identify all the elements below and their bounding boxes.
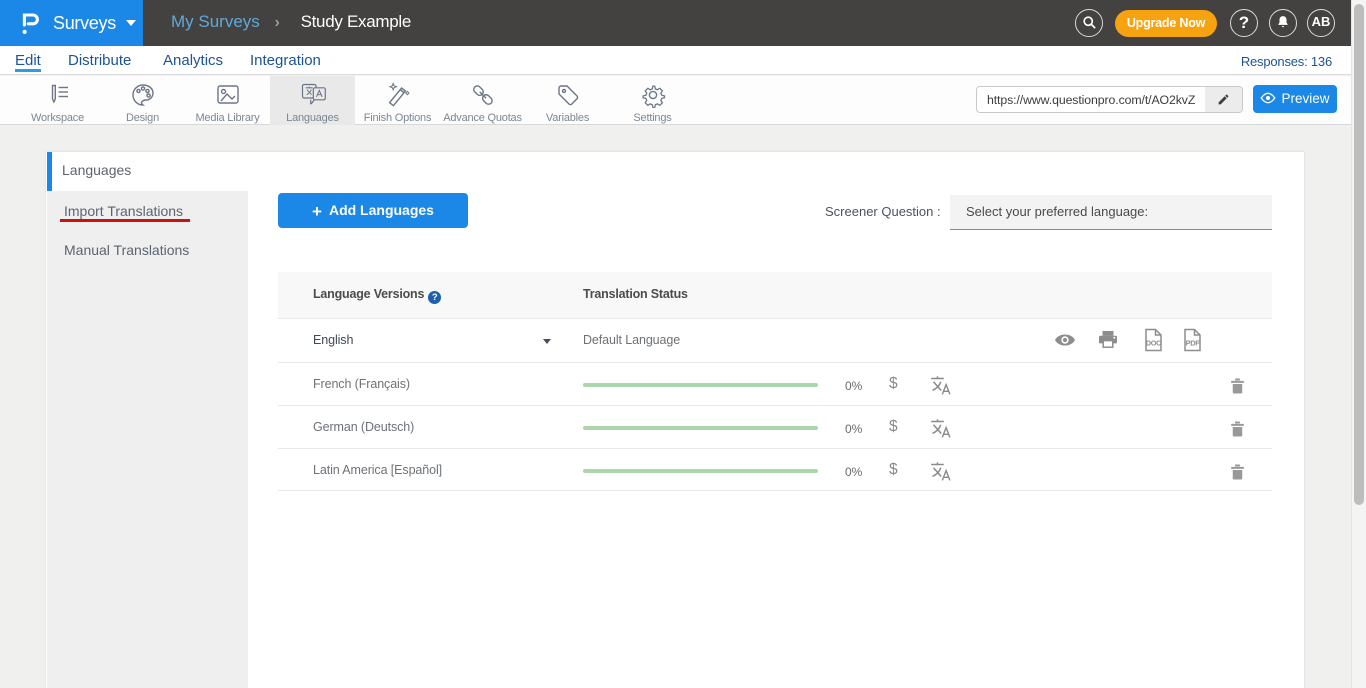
svg-text:PDF: PDF	[1186, 339, 1201, 348]
svg-text:DOC: DOC	[1146, 339, 1162, 348]
